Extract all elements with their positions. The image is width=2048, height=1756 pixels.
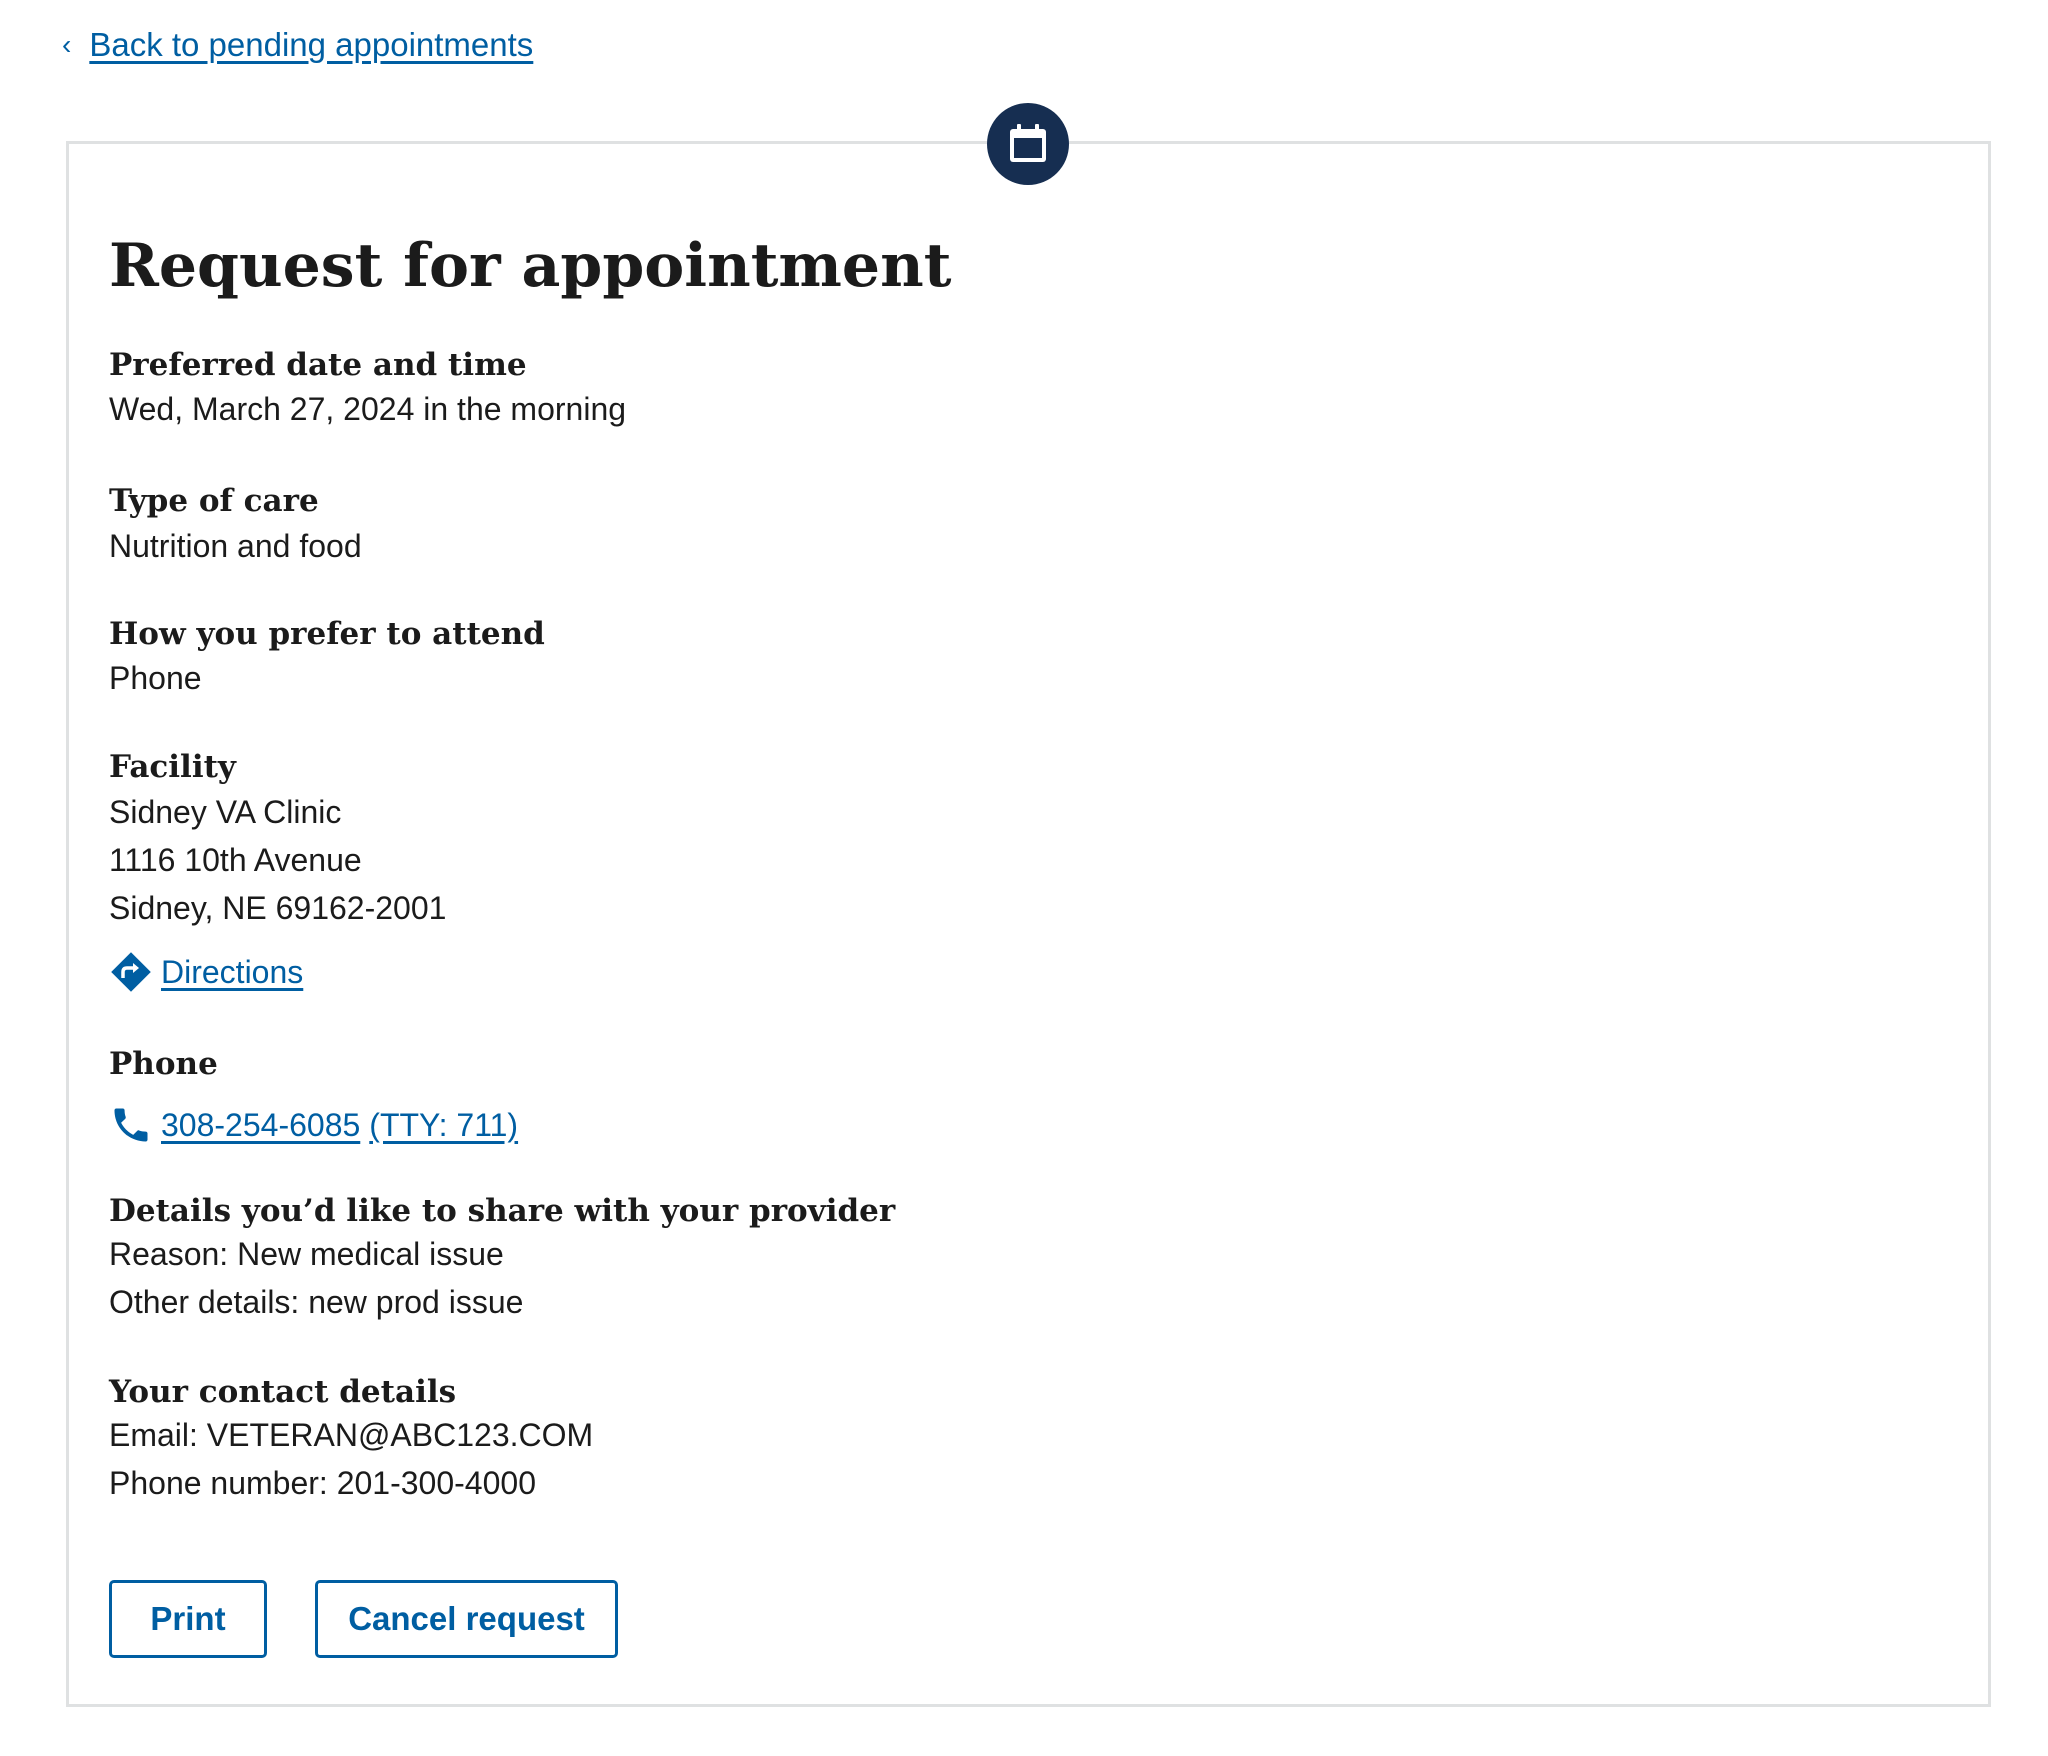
details-other: Other details: new prod issue: [109, 1284, 524, 1320]
cancel-request-button[interactable]: Cancel request: [315, 1580, 618, 1658]
facility-name: Sidney VA Clinic: [109, 794, 342, 830]
attend-value: Phone: [109, 660, 202, 696]
back-link-label: Back to pending appointments: [89, 26, 534, 63]
type-of-care-label: Type of care: [109, 483, 319, 519]
details-label: Details you’d like to share with your pr…: [109, 1193, 896, 1229]
tty-link[interactable]: (TTY: 711): [369, 1105, 518, 1145]
directions-icon: [109, 950, 153, 994]
directions-link[interactable]: Directions: [161, 952, 303, 992]
phone-icon: [109, 1103, 153, 1147]
contact-phone: Phone number: 201-300-4000: [109, 1465, 536, 1501]
details-reason: Reason: New medical issue: [109, 1236, 504, 1272]
page-title: Request for appointment: [109, 231, 952, 301]
calendar-icon: [987, 103, 1069, 185]
directions-row: Directions: [109, 950, 303, 994]
chevron-left-icon: ‹: [62, 29, 72, 60]
contact-email: Email: VETERAN@ABC123.COM: [109, 1417, 594, 1453]
phone-label: Phone: [109, 1046, 218, 1082]
type-of-care-value: Nutrition and food: [109, 528, 362, 564]
preferred-date-label: Preferred date and time: [109, 347, 527, 383]
back-to-pending-link[interactable]: ‹ Back to pending appointments: [62, 26, 533, 64]
print-button[interactable]: Print: [109, 1580, 267, 1658]
contact-label: Your contact details: [109, 1374, 457, 1410]
facility-street: 1116 10th Avenue: [109, 842, 362, 878]
attend-label: How you prefer to attend: [109, 616, 545, 652]
phone-row: 308-254-6085 (TTY: 711): [109, 1103, 518, 1147]
facility-label: Facility: [109, 749, 236, 785]
phone-number-link[interactable]: 308-254-6085: [161, 1105, 360, 1145]
facility-city: Sidney, NE 69162-2001: [109, 890, 447, 926]
preferred-date-value: Wed, March 27, 2024 in the morning: [109, 391, 627, 427]
